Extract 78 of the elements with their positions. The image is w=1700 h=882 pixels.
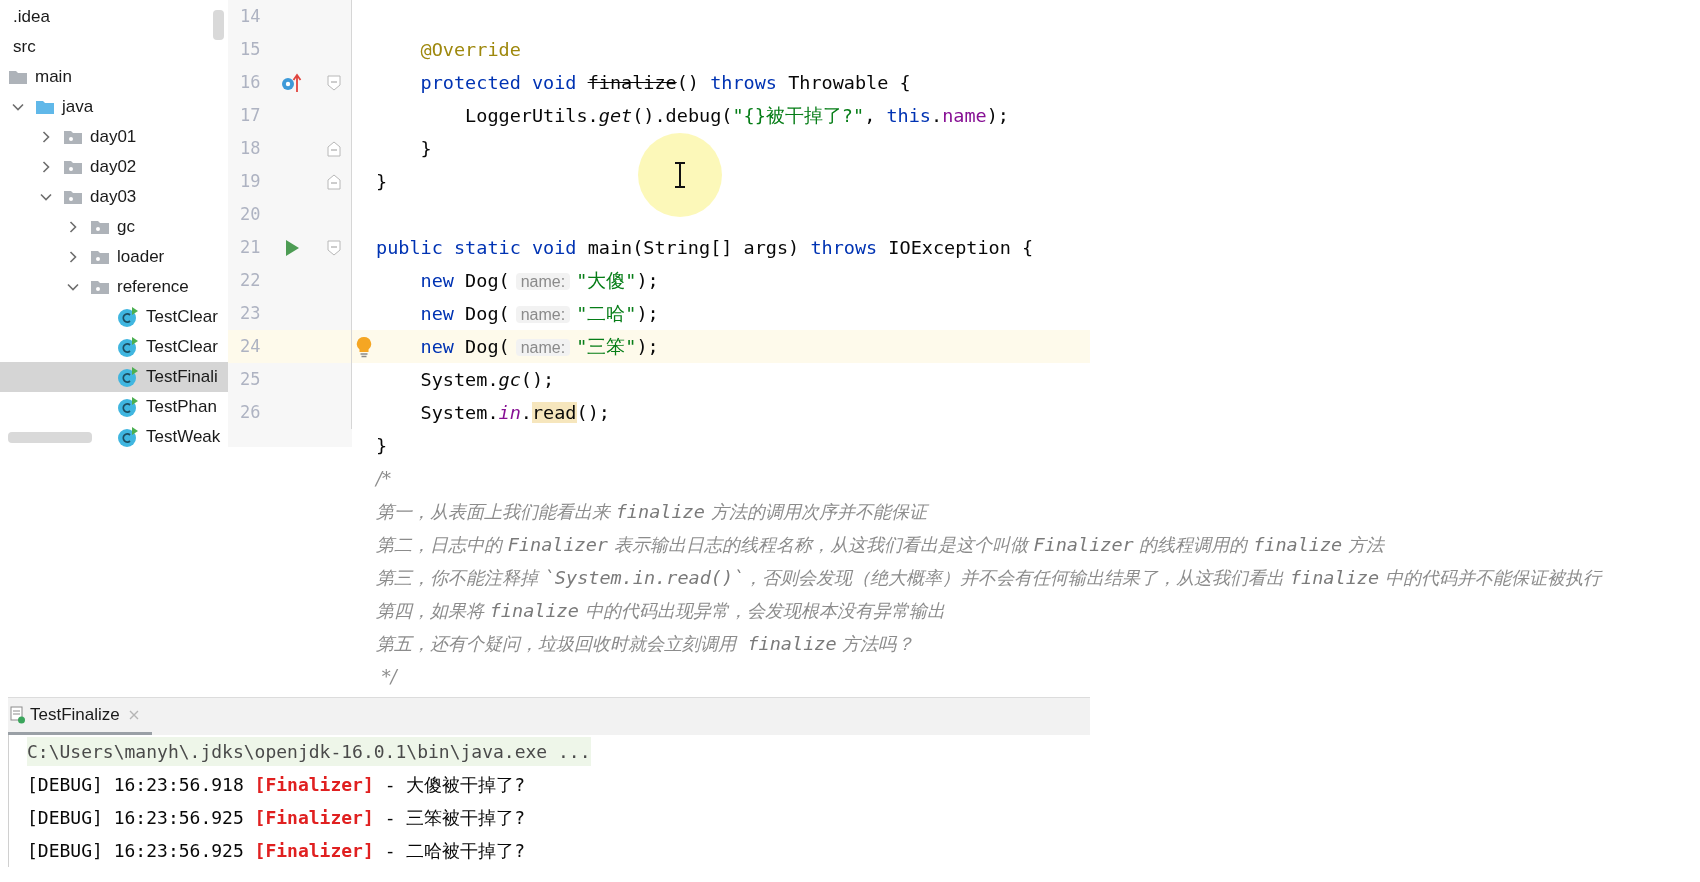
- code-line: System.gc();: [419, 367, 555, 392]
- tree-item[interactable]: src: [0, 32, 228, 62]
- line-number: 15: [239, 37, 262, 61]
- line-number: 14: [239, 4, 262, 28]
- tree-item[interactable]: gc: [0, 212, 228, 242]
- parameter-hint: name:: [515, 338, 571, 356]
- tree-item[interactable]: loader: [0, 242, 228, 272]
- tree-item[interactable]: TestFinali: [0, 362, 228, 392]
- code-comment-line: 第五，还有个疑问，垃圾回收时就会立刻调用 finalize 方法吗？: [376, 631, 915, 656]
- parameter-hint: name:: [515, 305, 571, 323]
- code-line: new Dog( name: "二哈");: [419, 301, 659, 326]
- code-comment-line: 第二，日志中的 Finalizer 表示输出日志的线程名称，从这我们看出是这个叫做 Finalizer 的线程调用的 finalize 方法: [376, 532, 1384, 557]
- console-line: [DEBUG] 16:23:56.925 [Finalizer] - 三笨被干掉了?: [27, 806, 526, 830]
- tree-item[interactable]: day01: [0, 122, 228, 152]
- fold-icon[interactable]: [325, 74, 342, 91]
- folder-icon: [63, 129, 83, 145]
- code-line: System.in.read();: [419, 400, 610, 425]
- code-comment-line: 第三，你不能注释掉 `System.in.read()`，否则会发现（绝大概率）并不会有任何输出结果了，从这我们看出 finalize 中的代码并不能保证被执行: [376, 565, 1601, 590]
- class-icon: [117, 366, 139, 388]
- scrollbar-thumb[interactable]: [8, 432, 92, 443]
- code-line: public static void main(String[] args) throws IOException {: [376, 235, 1034, 260]
- tree-item[interactable]: TestClear: [0, 332, 228, 362]
- code-line: new Dog( name: "三笨");: [419, 334, 659, 359]
- folder-icon: [90, 249, 110, 265]
- text-cursor-icon: [673, 162, 687, 188]
- tree-item[interactable]: day03: [0, 182, 228, 212]
- scrollbar-thumb[interactable]: [213, 10, 224, 40]
- folder-icon: [90, 279, 110, 295]
- folder-icon: [90, 219, 110, 235]
- tree-item[interactable]: main: [0, 62, 228, 92]
- tree-item[interactable]: TestClear: [0, 302, 228, 332]
- console-line: [DEBUG] 16:23:56.925 [Finalizer] - 二哈被干掉了?: [27, 839, 526, 863]
- console-line: [DEBUG] 16:23:56.918 [Finalizer] - 大傻被干掉了?: [27, 773, 526, 797]
- line-number: 20: [239, 202, 262, 226]
- line-number: 23: [239, 301, 262, 325]
- code-comment-line: /*: [376, 466, 392, 491]
- fold-icon[interactable]: [325, 239, 342, 256]
- line-number: 17: [239, 103, 262, 127]
- tree-item[interactable]: reference: [0, 272, 228, 302]
- folder-icon: [8, 69, 28, 85]
- class-icon: [117, 426, 139, 447]
- code-line: }: [376, 169, 388, 194]
- override-icon[interactable]: [281, 72, 303, 93]
- class-icon: [117, 396, 139, 418]
- folder-icon: [35, 99, 55, 115]
- line-number: 24: [239, 334, 262, 358]
- class-icon: [117, 306, 139, 328]
- tree-item[interactable]: .idea: [0, 2, 228, 32]
- code-line: @Override: [419, 37, 521, 62]
- tree-item[interactable]: day02: [0, 152, 228, 182]
- fold-icon[interactable]: [325, 140, 342, 157]
- tree-item[interactable]: TestWeak: [0, 422, 228, 447]
- line-number: 21: [239, 235, 262, 259]
- parameter-hint: name:: [515, 272, 571, 290]
- code-comment-line: 第一，从表面上我们能看出来 finalize 方法的调用次序并不能保证: [376, 499, 927, 524]
- code-line: }: [376, 433, 388, 458]
- code-line: LoggerUtils.get().debug("{}被干掉了?", this.name);: [464, 103, 1009, 128]
- line-number: 22: [239, 268, 262, 292]
- close-icon[interactable]: [127, 708, 140, 721]
- line-number: 26: [239, 400, 262, 424]
- line-number: 25: [239, 367, 262, 391]
- tree-item[interactable]: TestPhan: [0, 392, 228, 422]
- line-number: 19: [239, 169, 262, 193]
- folder-icon: [63, 159, 83, 175]
- run-icon[interactable]: [284, 238, 300, 257]
- lightbulb-icon[interactable]: [356, 335, 372, 358]
- line-number: 16: [239, 70, 262, 94]
- code-line: }: [419, 136, 432, 161]
- console-icon: [10, 705, 26, 724]
- class-icon: [117, 336, 139, 358]
- code-comment-line: */: [380, 664, 397, 689]
- fold-icon[interactable]: [325, 173, 342, 190]
- code-comment-line: 第四，如果将 finalize 中的代码出现异常，会发现根本没有异常输出: [376, 598, 945, 623]
- code-line: new Dog( name: "大傻");: [419, 268, 659, 293]
- code-line: protected void finalize() throws Throwable {: [419, 70, 911, 95]
- folder-icon: [63, 189, 83, 205]
- line-number: 18: [239, 136, 262, 160]
- tree-item[interactable]: java: [0, 92, 228, 122]
